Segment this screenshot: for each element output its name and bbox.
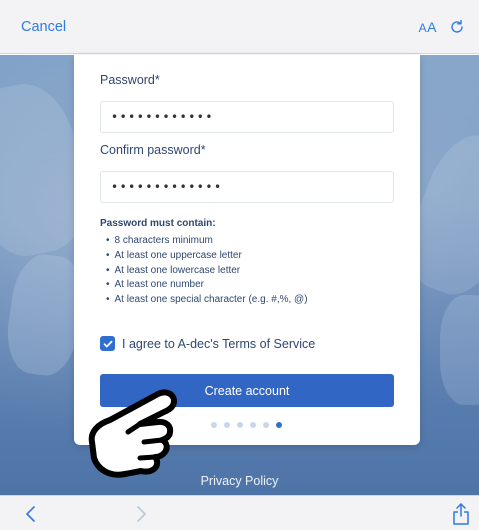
text-size-small-glyph: A (418, 20, 428, 35)
requirement-item: At least one uppercase letter (106, 249, 308, 264)
share-icon[interactable] (452, 503, 470, 525)
page-dot (263, 422, 269, 428)
pointing-hand-icon (88, 389, 177, 478)
terms-label: I agree to A-dec's Terms of Service (122, 336, 316, 351)
page-dot (250, 422, 256, 428)
page-dot (224, 422, 230, 428)
background-shape (440, 295, 479, 405)
requirement-item: At least one number (106, 278, 308, 293)
requirements-list: 8 characters minimum At least one upperc… (106, 234, 308, 308)
requirement-item: At least one special character (e.g. #,%… (106, 293, 308, 308)
cancel-button[interactable]: Cancel (21, 19, 66, 35)
chevron-right-icon[interactable] (134, 505, 148, 523)
requirements-title: Password must contain: (100, 218, 216, 229)
text-size-button[interactable]: AA (419, 19, 437, 35)
page-indicator (211, 422, 282, 428)
browser-bottom-bar (0, 495, 479, 530)
checkmark-icon (103, 340, 112, 347)
page-dot (211, 422, 217, 428)
terms-checkbox[interactable] (100, 336, 115, 351)
password-label: Password* (100, 73, 160, 87)
page-dot (237, 422, 243, 428)
privacy-policy-link[interactable]: Privacy Policy (0, 474, 479, 488)
top-bar-actions: AA (419, 19, 465, 35)
requirement-item: 8 characters minimum (106, 234, 308, 249)
confirm-password-label: Confirm password* (100, 143, 206, 157)
password-value: •••••••••••• (111, 110, 214, 124)
reload-icon[interactable] (449, 19, 465, 35)
chevron-left-icon[interactable] (24, 505, 38, 523)
terms-agreement[interactable]: I agree to A-dec's Terms of Service (100, 336, 315, 351)
requirement-item: At least one lowercase letter (106, 264, 308, 279)
password-field[interactable]: •••••••••••• (100, 101, 394, 133)
page-dot (276, 422, 282, 428)
confirm-password-field[interactable]: ••••••••••••• (100, 171, 394, 203)
confirm-password-value: ••••••••••••• (111, 180, 223, 194)
browser-top-bar: Cancel AA (0, 0, 479, 54)
text-size-big-glyph: A (427, 18, 437, 35)
